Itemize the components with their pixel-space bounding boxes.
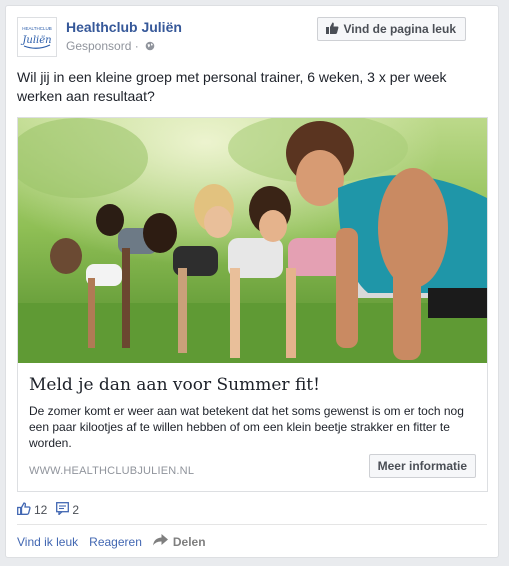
- post-header: HEALTHCLUB Juliën Healthclub Juliën Gesp…: [17, 17, 487, 61]
- logo-script-text: Juliën: [20, 35, 51, 46]
- thumbs-up-icon: [325, 22, 339, 37]
- sponsored-label[interactable]: Gesponsord: [66, 39, 131, 53]
- globe-icon: [145, 40, 155, 54]
- like-action[interactable]: Vind ik leuk: [17, 535, 78, 549]
- sponsored-post-card: HEALTHCLUB Juliën Healthclub Juliën Gesp…: [5, 5, 499, 558]
- share-action[interactable]: Delen: [152, 534, 206, 549]
- ad-attachment[interactable]: Meld je dan aan voor Summer fit! De zome…: [17, 117, 488, 492]
- ad-photo-illustration: [18, 118, 487, 363]
- page-avatar-logo[interactable]: HEALTHCLUB Juliën: [17, 17, 57, 57]
- post-text: Wil jij in een kleine groep met personal…: [17, 69, 447, 104]
- more-info-button[interactable]: Meer informatie: [368, 454, 476, 478]
- logo-small-text: HEALTHCLUB: [22, 26, 51, 31]
- ad-description: De zomer komt er weer aan wat betekent d…: [29, 404, 464, 450]
- like-outline-icon: [17, 502, 31, 518]
- ad-image[interactable]: [18, 118, 487, 363]
- page-name-link[interactable]: Healthclub Juliën: [66, 19, 182, 35]
- engagement-counts: 12 2: [17, 502, 88, 518]
- actions-divider: [17, 524, 487, 525]
- post-actions-bar: Vind ik leuk Reageren Delen: [17, 534, 217, 549]
- comments-count-group[interactable]: 2: [56, 502, 79, 518]
- share-arrow-icon: [152, 534, 168, 549]
- likes-count: 12: [34, 503, 48, 517]
- like-page-button[interactable]: Vind de pagina leuk: [316, 17, 466, 41]
- sponsored-row: Gesponsord ·: [66, 39, 155, 54]
- like-page-label: Vind de pagina leuk: [343, 22, 456, 36]
- comment-icon: [56, 502, 70, 518]
- share-label: Delen: [172, 534, 206, 549]
- ad-headline[interactable]: Meld je dan aan voor Summer fit!: [29, 375, 320, 395]
- ad-display-url[interactable]: WWW.HEALTHCLUBJULIEN.NL: [29, 465, 194, 477]
- comments-count: 2: [72, 503, 80, 517]
- comment-action[interactable]: Reageren: [89, 535, 142, 549]
- likes-count-group[interactable]: 12: [17, 502, 47, 518]
